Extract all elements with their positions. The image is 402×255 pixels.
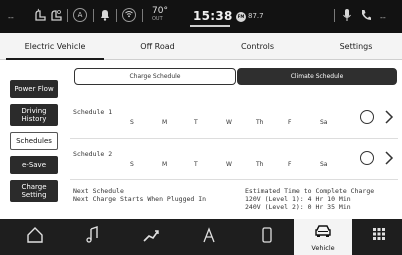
seat-cool-icon[interactable]	[50, 8, 62, 27]
outside-temperature: 70° OUT	[152, 6, 168, 22]
schedule-1-day-tuesday[interactable]: T	[194, 119, 198, 126]
sidebar-item-e-save[interactable]: e-Save	[10, 156, 58, 174]
top-tab-bar: Electric Vehicle Off Road Controls Setti…	[0, 33, 402, 60]
bottom-dock: Vehicle	[0, 219, 402, 255]
schedule-1-chevron-icon[interactable]	[384, 109, 394, 128]
climate-schedule-tab[interactable]: Climate Schedule	[237, 68, 397, 85]
schedule-1-day-wednesday[interactable]: W	[226, 119, 232, 126]
estimated-time-block: Estimated Time to Complete Charge 120V (…	[245, 187, 374, 211]
status-separator	[142, 9, 143, 22]
schedule-2-day-tuesday[interactable]: T	[194, 161, 198, 168]
radio-badge[interactable]: FM	[236, 12, 246, 22]
schedule-2-day-saturday[interactable]: Sa	[320, 161, 328, 168]
dock-apps[interactable]	[350, 219, 402, 255]
climate-icon	[122, 226, 180, 248]
mic-icon[interactable]	[342, 8, 352, 27]
clock-underline	[190, 25, 230, 27]
schedule-1-day-saturday[interactable]: Sa	[320, 119, 328, 126]
dock-home[interactable]	[6, 219, 64, 255]
sidebar-item-driving-history[interactable]: Driving History	[10, 104, 58, 126]
dock-phone[interactable]	[238, 219, 296, 255]
right-dash: --	[380, 13, 386, 22]
apps-grid-icon	[350, 226, 402, 246]
status-separator	[334, 9, 335, 22]
wifi-icon[interactable]	[122, 8, 136, 22]
radio-frequency[interactable]: 87.7	[248, 12, 264, 20]
dock-vehicle-label: Vehicle	[311, 244, 335, 252]
schedule-1-day-sunday[interactable]: S	[130, 119, 134, 126]
status-separator	[93, 9, 94, 22]
left-dash: --	[8, 13, 14, 22]
temperature-value: 70°	[152, 6, 168, 16]
dock-navigation[interactable]	[180, 219, 238, 255]
schedule-1-toggle[interactable]	[360, 110, 374, 124]
tab-controls[interactable]: Controls	[205, 33, 310, 60]
schedule-1-label: Schedule 1	[73, 108, 113, 116]
estimated-time-title: Estimated Time to Complete Charge	[245, 187, 375, 195]
status-separator	[116, 9, 117, 22]
bell-icon[interactable]	[99, 8, 111, 27]
dock-music[interactable]	[64, 219, 122, 255]
phone-icon[interactable]	[360, 8, 372, 27]
vehicle-icon	[294, 223, 352, 244]
dock-climate[interactable]	[122, 219, 180, 255]
home-icon	[6, 226, 64, 248]
main-content: Power Flow Driving History Schedules e-S…	[0, 60, 402, 219]
temperature-label: OUT	[152, 16, 163, 22]
schedule-2-chevron-icon[interactable]	[384, 150, 394, 169]
clock: 15:38	[193, 9, 233, 23]
schedule-1-day-thursday[interactable]: Th	[256, 119, 263, 126]
schedule-2-day-friday[interactable]: F	[288, 161, 291, 168]
next-schedule-block: Next Schedule Next Charge Starts When Pl…	[73, 187, 206, 203]
estimated-time-level-1: 120V (Level 1): 4 Hr 10 Min	[245, 195, 351, 203]
sidebar-item-power-flow[interactable]: Power Flow	[10, 80, 58, 98]
tab-settings[interactable]: Settings	[310, 33, 402, 60]
status-bar: -- A 70° OUT 15:38 FM 87.7 --	[0, 0, 402, 33]
next-schedule-detail: Next Charge Starts When Plugged In	[73, 195, 207, 203]
schedule-1-day-monday[interactable]: M	[162, 119, 167, 126]
sidebar-item-schedules[interactable]: Schedules	[10, 132, 58, 150]
schedule-divider	[70, 138, 398, 139]
sidebar-item-charge-setting[interactable]: Charge Setting	[10, 180, 58, 202]
schedule-2-day-thursday[interactable]: Th	[256, 161, 263, 168]
schedule-2-day-sunday[interactable]: S	[130, 161, 134, 168]
auto-icon[interactable]: A	[73, 8, 87, 22]
seat-heat-icon[interactable]	[34, 8, 46, 27]
schedule-2-toggle[interactable]	[360, 151, 374, 165]
schedule-1-day-friday[interactable]: F	[288, 119, 291, 126]
status-separator	[67, 9, 68, 22]
charge-schedule-tab[interactable]: Charge Schedule	[74, 68, 236, 85]
dock-vehicle[interactable]: Vehicle	[294, 219, 352, 255]
tab-off-road[interactable]: Off Road	[110, 33, 205, 60]
estimated-time-level-2: 240V (Level 2): 0 Hr 35 Min	[245, 203, 351, 211]
tab-electric-vehicle[interactable]: Electric Vehicle	[0, 33, 110, 60]
schedule-2-label: Schedule 2	[73, 150, 113, 158]
phone-device-icon	[238, 226, 296, 248]
navigation-icon	[180, 226, 238, 248]
next-schedule-title: Next Schedule	[73, 187, 124, 195]
schedule-divider	[70, 179, 398, 180]
schedule-2-day-wednesday[interactable]: W	[226, 161, 232, 168]
music-icon	[64, 226, 122, 248]
schedule-2-day-monday[interactable]: M	[162, 161, 167, 168]
